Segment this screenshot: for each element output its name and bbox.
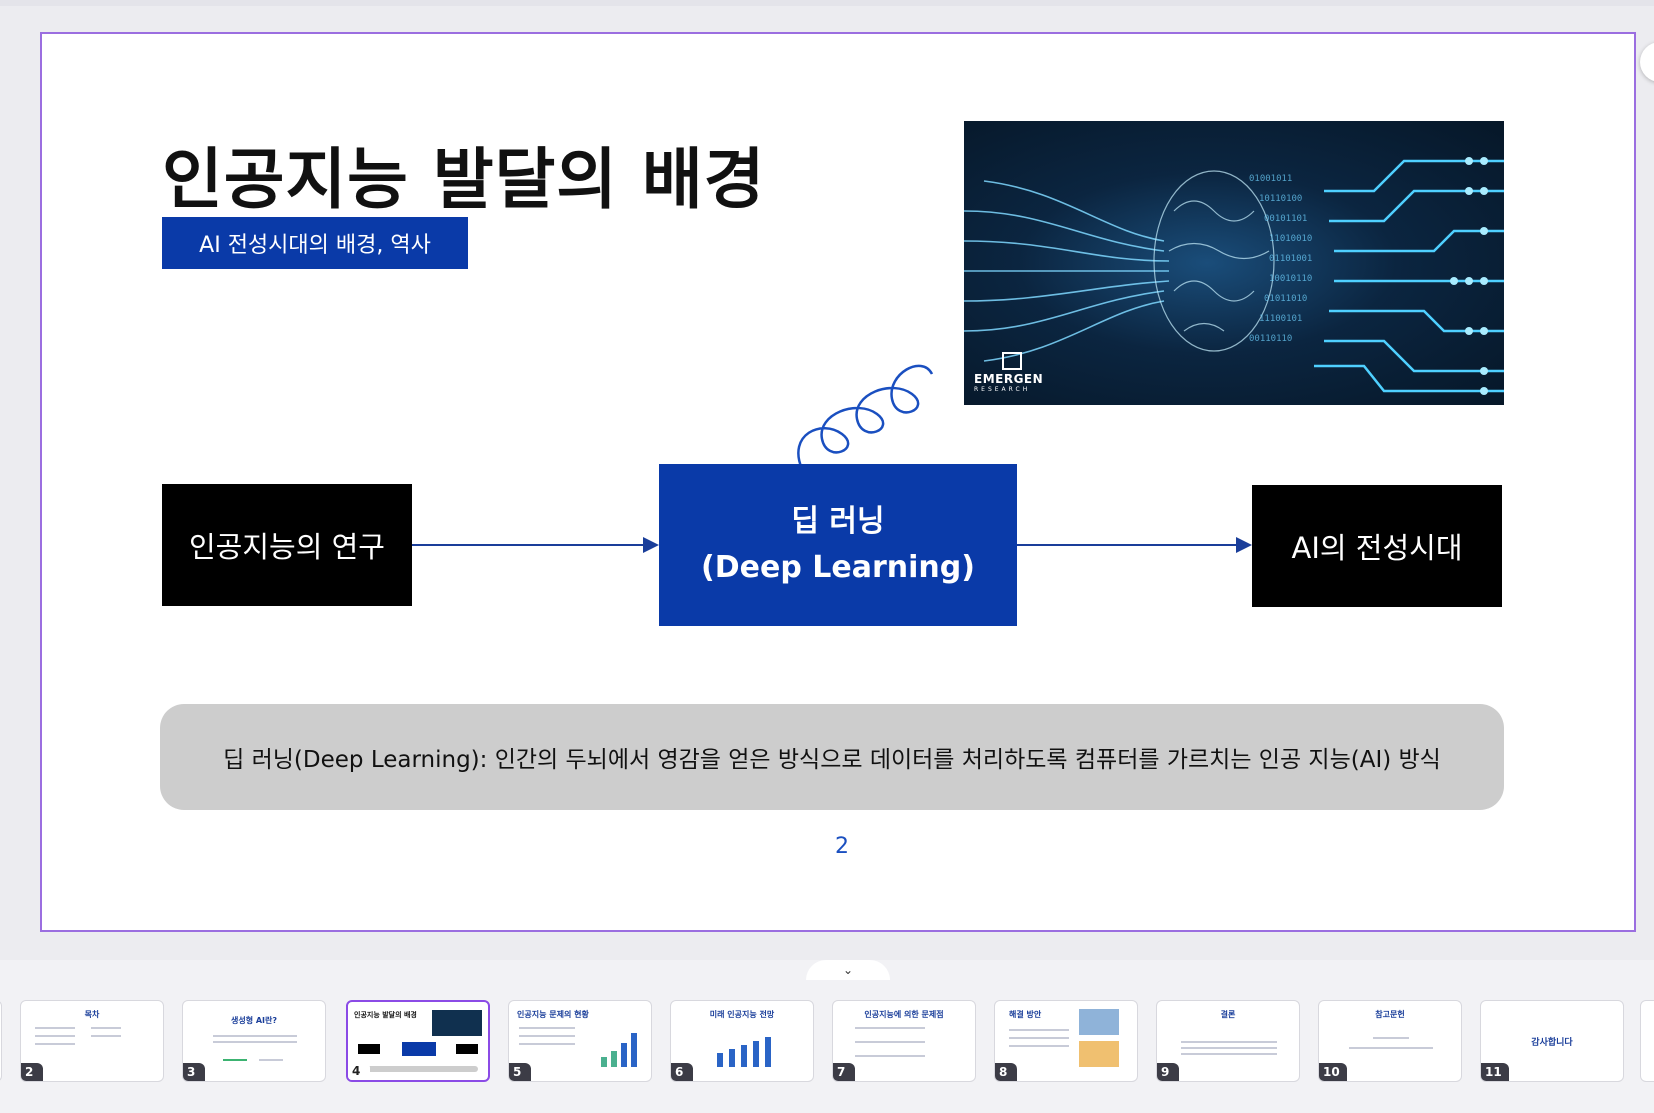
thumbnail-text-line [213, 1035, 297, 1037]
thumbnail-number: 8 [995, 1063, 1017, 1081]
thumbnail-title: 참고문헌 [1375, 1010, 1405, 1019]
thumbnail-chart-bar [631, 1033, 637, 1067]
ai-research-label: 인공지능의 연구 [189, 530, 385, 564]
thumbnail-number: 9 [1157, 1063, 1179, 1081]
thumbnail-chart-bar [753, 1041, 759, 1067]
thumbnail-text-line [213, 1041, 297, 1043]
thumbnail-text-line [1009, 1045, 1069, 1047]
deep-learning-label-ko: 딥 러닝 [791, 504, 885, 539]
thumbnail-text-line [1009, 1037, 1069, 1039]
thumbnail-partial-left[interactable] [0, 1000, 2, 1082]
thumbnail-title: 감사합니다 [1531, 1038, 1573, 1048]
slide-canvas[interactable]: 인공지능 발달의 배경 AI 전성시대의 배경, 역사 01001011 101… [40, 32, 1636, 932]
thumbnail-number: 11 [1481, 1063, 1509, 1081]
thumbnail-text-line [855, 1041, 925, 1043]
deep-learning-label-en: (Deep Learning) [701, 550, 975, 585]
thumbnail-slide-10[interactable]: 참고문헌 10 [1318, 1000, 1462, 1082]
thumbnail-text-line [1009, 1029, 1069, 1031]
top-divider [0, 0, 1654, 6]
thumbnail-number: 3 [183, 1063, 205, 1081]
thumbnail-title: 인공지능에 의한 문제점 [864, 1010, 944, 1019]
collapse-strip-button[interactable]: ⌄ [806, 960, 890, 980]
thumbnail-title: 미래 인공지능 전망 [709, 1010, 775, 1019]
thumbnail-title: 목차 [84, 1010, 100, 1019]
thumbnail-slide-8[interactable]: 해결 방안 8 [994, 1000, 1138, 1082]
thumbnail-text-line [519, 1043, 575, 1045]
thumbnail-text-line [358, 1066, 478, 1072]
thumbnail-shape [358, 1044, 380, 1054]
thumbnail-text-line [35, 1027, 75, 1029]
thumbnail-slide-2[interactable]: 목차 2 [20, 1000, 164, 1082]
thumbnail-number: 5 [509, 1063, 531, 1081]
thumbnail-slide-9[interactable]: 결론 9 [1156, 1000, 1300, 1082]
thumbnail-text-line [35, 1043, 75, 1045]
thumbnail-slide-7[interactable]: 인공지능에 의한 문제점 7 [832, 1000, 976, 1082]
thumbnail-partial-right[interactable] [1640, 1000, 1654, 1082]
thumbnail-number: 6 [671, 1063, 693, 1081]
thumbnail-slide-11[interactable]: 감사합니다 11 [1480, 1000, 1624, 1082]
thumbnail-slide-4[interactable]: 인공지능 발달의 배경 4 [346, 1000, 490, 1082]
thumbnail-image [1079, 1041, 1119, 1067]
thumbnail-text-line [259, 1059, 283, 1061]
definition-box[interactable]: 딥 러닝(Deep Learning): 인간의 두뇌에서 영감을 얻은 방식으… [160, 704, 1504, 810]
ai-research-box[interactable]: 인공지능의 연구 [162, 484, 412, 606]
thumbnail-title: 해결 방안 [1009, 1010, 1042, 1019]
thumbnail-number: 10 [1319, 1063, 1347, 1081]
deep-learning-box[interactable]: 딥 러닝 (Deep Learning) [659, 464, 1017, 626]
thumbnail-text-line [1181, 1047, 1277, 1049]
page-number[interactable]: 2 [822, 834, 862, 859]
thumbnail-title: 생성형 AI란? [230, 1016, 278, 1025]
thumbnail-chart-bar [611, 1051, 617, 1067]
ai-golden-age-box[interactable]: AI의 전성시대 [1252, 485, 1502, 607]
thumbnail-chart-bar [717, 1053, 723, 1067]
thumbnail-text-line [1181, 1053, 1277, 1055]
thumbnail-image [432, 1010, 482, 1036]
thumbnail-number: 7 [833, 1063, 855, 1081]
thumbnail-text-line [35, 1035, 75, 1037]
thumbnail-shape [456, 1044, 478, 1054]
thumbnail-text-line [1181, 1041, 1277, 1043]
rotate-handle[interactable] [1640, 42, 1654, 82]
chevron-down-icon: ⌄ [842, 963, 854, 977]
thumbnail-title: 결론 [1220, 1010, 1236, 1019]
thumbnail-chart-bar [621, 1043, 627, 1067]
thumbnail-text-line [1349, 1047, 1433, 1049]
thumbnail-title: 인공지능 문제의 현황 [517, 1010, 589, 1019]
thumbnail-title: 인공지능 발달의 배경 [354, 1011, 417, 1019]
thumbnail-text-line [91, 1035, 121, 1037]
thumbnail-number: 2 [21, 1063, 43, 1081]
thumbnail-image [1079, 1009, 1119, 1035]
thumbnail-chart-bar [765, 1037, 771, 1067]
thumbnail-slide-6[interactable]: 미래 인공지능 전망 6 [670, 1000, 814, 1082]
thumbnail-chart-bar [729, 1049, 735, 1067]
thumbnail-slide-3[interactable]: 생성형 AI란? 3 [182, 1000, 326, 1082]
thumbnail-text-line [1373, 1037, 1409, 1039]
thumbnail-chart-bar [601, 1057, 607, 1067]
thumbnail-number: 4 [348, 1062, 370, 1080]
thumbnail-slide-5[interactable]: 인공지능 문제의 현황 5 [508, 1000, 652, 1082]
thumbnail-text-line [519, 1035, 575, 1037]
thumbnail-shape [402, 1042, 436, 1056]
ai-golden-age-label: AI의 전성시대 [1291, 531, 1463, 565]
thumbnail-text-line [855, 1055, 925, 1057]
thumbnail-text-line [91, 1027, 121, 1029]
definition-text: 딥 러닝(Deep Learning): 인간의 두뇌에서 영감을 얻은 방식으… [223, 747, 1441, 773]
thumbnail-text-line [223, 1059, 247, 1061]
thumbnail-text-line [519, 1027, 575, 1029]
thumbnail-chart-bar [741, 1045, 747, 1067]
thumbnail-text-line [855, 1027, 925, 1029]
